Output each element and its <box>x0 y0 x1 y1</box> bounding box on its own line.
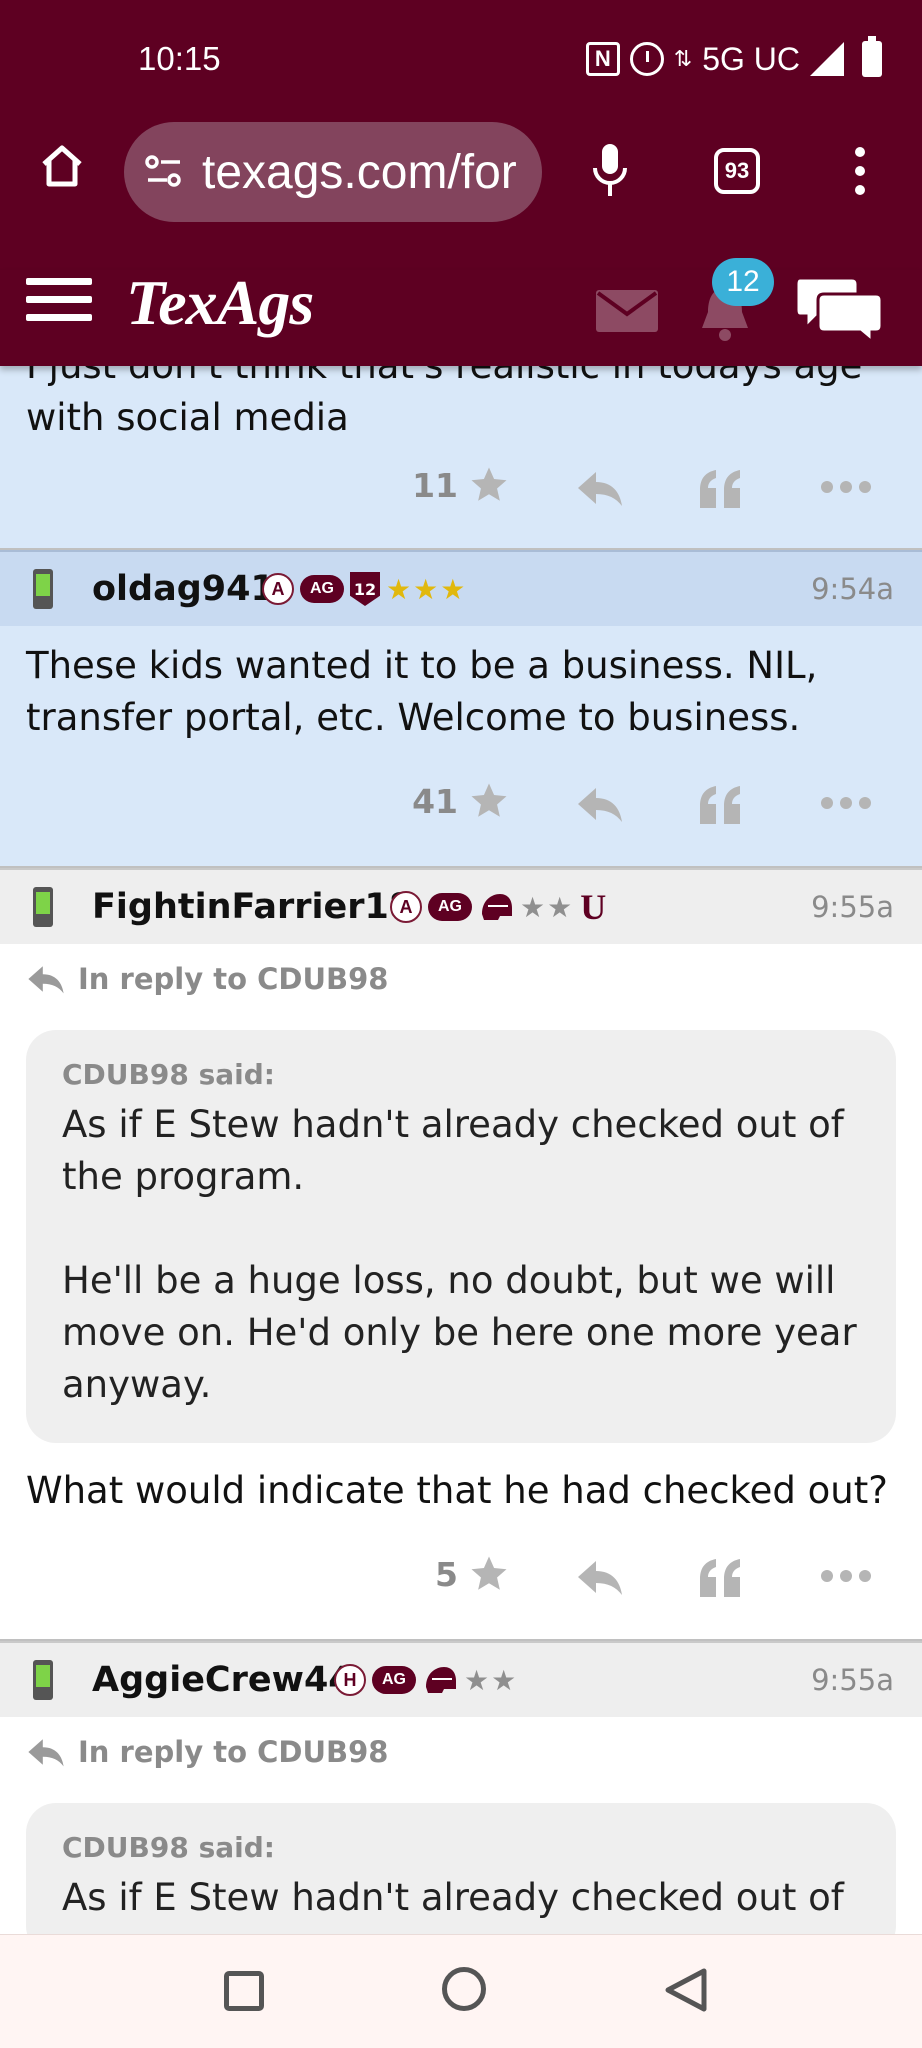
more-options-icon[interactable] <box>820 796 872 810</box>
site-settings-icon[interactable] <box>144 152 184 192</box>
network-type: 5G UC <box>702 40 800 77</box>
quote-icon[interactable] <box>698 468 742 508</box>
badge-a: A <box>262 573 294 605</box>
quote-box: CDUB98 said: As if E Stew hadn't already… <box>26 1803 896 1934</box>
quote-box: CDUB98 said: As if E Stew hadn't already… <box>26 1030 896 1443</box>
reply-arrow-icon <box>28 1739 64 1767</box>
texags-logo[interactable]: TexAgs <box>126 266 314 340</box>
post-body: These kids wanted it to be a business. N… <box>26 644 818 739</box>
reply-icon[interactable] <box>576 468 624 508</box>
more-options-icon[interactable] <box>820 480 872 494</box>
data-arrows-icon: ⇅ <box>673 46 693 71</box>
address-bar[interactable]: texags.com/for <box>124 122 542 222</box>
mail-icon[interactable] <box>596 290 658 332</box>
post-time[interactable]: 9:54a <box>811 572 894 606</box>
post: I just don't think that's realistic in t… <box>0 366 922 550</box>
post-header: oldag941 A AG 12 ★★★ 9:54a <box>0 550 922 626</box>
post-header: AggieCrew44 H AG ★★ 9:55a <box>0 1641 922 1717</box>
user-badges: H AG ★★ <box>334 1664 518 1697</box>
hamburger-menu-icon[interactable] <box>26 278 92 328</box>
star-icon[interactable] <box>468 464 510 506</box>
badge-ag: AG <box>372 1666 416 1694</box>
rating-count: 11 <box>412 465 458 505</box>
reply-to-text[interactable]: In reply to CDUB98 <box>78 962 388 996</box>
star-icon[interactable] <box>468 780 510 822</box>
status-time: 10:15 <box>138 40 221 77</box>
post-body-hidden: I just don't think that's realistic in t… <box>26 366 862 392</box>
quote-text: He'll be a huge loss, no doubt, but we w… <box>62 1259 857 1406</box>
mobile-phone-icon <box>33 887 53 927</box>
rating-count: 41 <box>412 781 458 821</box>
notification-badge[interactable]: 12 <box>712 258 774 306</box>
reply-to[interactable]: In reply to CDUB98 <box>0 1717 922 1769</box>
system-nav-bar <box>0 1934 922 2048</box>
quote-text: As if E Stew hadn't already checked out … <box>62 1103 844 1198</box>
username[interactable]: AggieCrew44 <box>92 1660 353 1700</box>
quote-author: CDUB98 said: <box>62 1831 275 1864</box>
status-icons: N ⇅ 5G UC <box>585 36 882 80</box>
thread-content[interactable]: I just don't think that's realistic in t… <box>0 366 922 1934</box>
battery-icon <box>862 36 882 77</box>
quote-icon[interactable] <box>698 1557 742 1597</box>
user-stars: ★★★ <box>386 572 468 606</box>
post: AggieCrew44 H AG ★★ 9:55a In reply to CD… <box>0 1641 922 1934</box>
mobile-phone-icon <box>33 1660 53 1700</box>
status-bar: 10:15 N ⇅ 5G UC <box>0 0 922 120</box>
badge-h: H <box>334 1664 366 1696</box>
tabs-icon[interactable]: 93 <box>714 148 760 194</box>
user-stars: ★★ <box>520 890 575 924</box>
badge-12th-man: 12 <box>350 572 380 606</box>
rating[interactable]: 5 <box>435 1553 510 1595</box>
back-icon[interactable] <box>664 1967 708 2013</box>
user-badges: A AG 12 ★★★ <box>262 572 467 606</box>
more-menu-icon[interactable] <box>852 146 868 196</box>
username[interactable]: oldag941 <box>92 569 275 609</box>
post-actions: 5 <box>0 1517 922 1639</box>
signal-icon <box>810 42 844 76</box>
helmet-icon <box>482 894 512 920</box>
mic-icon[interactable] <box>590 142 630 198</box>
rating-count: 5 <box>435 1554 458 1594</box>
post-time[interactable]: 9:55a <box>811 1663 894 1697</box>
site-header: TexAgs 12 <box>0 258 922 366</box>
badge-ag: AG <box>300 575 344 603</box>
badge-ag: AG <box>428 893 472 921</box>
user-badges: A AG ★★ U <box>390 886 606 928</box>
helmet-icon <box>426 1667 456 1693</box>
post-header: FightinFarrier18 A AG ★★ U 9:55a <box>0 868 922 944</box>
reply-arrow-icon <box>28 966 64 994</box>
post-body: What would indicate that he had checked … <box>26 1469 888 1512</box>
reply-icon[interactable] <box>576 1557 624 1597</box>
quote-icon[interactable] <box>698 784 742 824</box>
chat-icon[interactable] <box>796 272 882 344</box>
badge-a: A <box>390 891 422 923</box>
rating[interactable]: 11 <box>412 464 510 506</box>
nfc-icon: N <box>585 42 620 76</box>
rating[interactable]: 41 <box>412 780 510 822</box>
badge-u: U <box>580 887 607 927</box>
quote-text: As if E Stew hadn't already checked out … <box>62 1876 844 1919</box>
reply-to-text[interactable]: In reply to CDUB98 <box>78 1735 388 1769</box>
reply-to[interactable]: In reply to CDUB98 <box>0 944 922 996</box>
post: FightinFarrier18 A AG ★★ U 9:55a In repl… <box>0 868 922 1641</box>
star-icon[interactable] <box>468 1553 510 1595</box>
post-actions: 11 <box>0 428 922 550</box>
url-text[interactable]: texags.com/for <box>202 145 517 200</box>
post-time[interactable]: 9:55a <box>811 890 894 924</box>
post-actions: 41 <box>0 744 922 866</box>
more-options-icon[interactable] <box>820 1569 872 1583</box>
user-stars: ★★ <box>464 1663 519 1697</box>
home-icon[interactable] <box>38 142 86 190</box>
home-circle-icon[interactable] <box>442 1967 486 2011</box>
quote-author: CDUB98 said: <box>62 1058 275 1091</box>
post: oldag941 A AG 12 ★★★ 9:54a These kids wa… <box>0 550 922 868</box>
username[interactable]: FightinFarrier18 <box>92 887 413 927</box>
alarm-icon <box>629 42 664 76</box>
recents-icon[interactable] <box>224 1971 264 2011</box>
mobile-phone-icon <box>33 569 53 609</box>
browser-toolbar: texags.com/for 93 <box>0 120 922 270</box>
reply-icon[interactable] <box>576 784 624 824</box>
